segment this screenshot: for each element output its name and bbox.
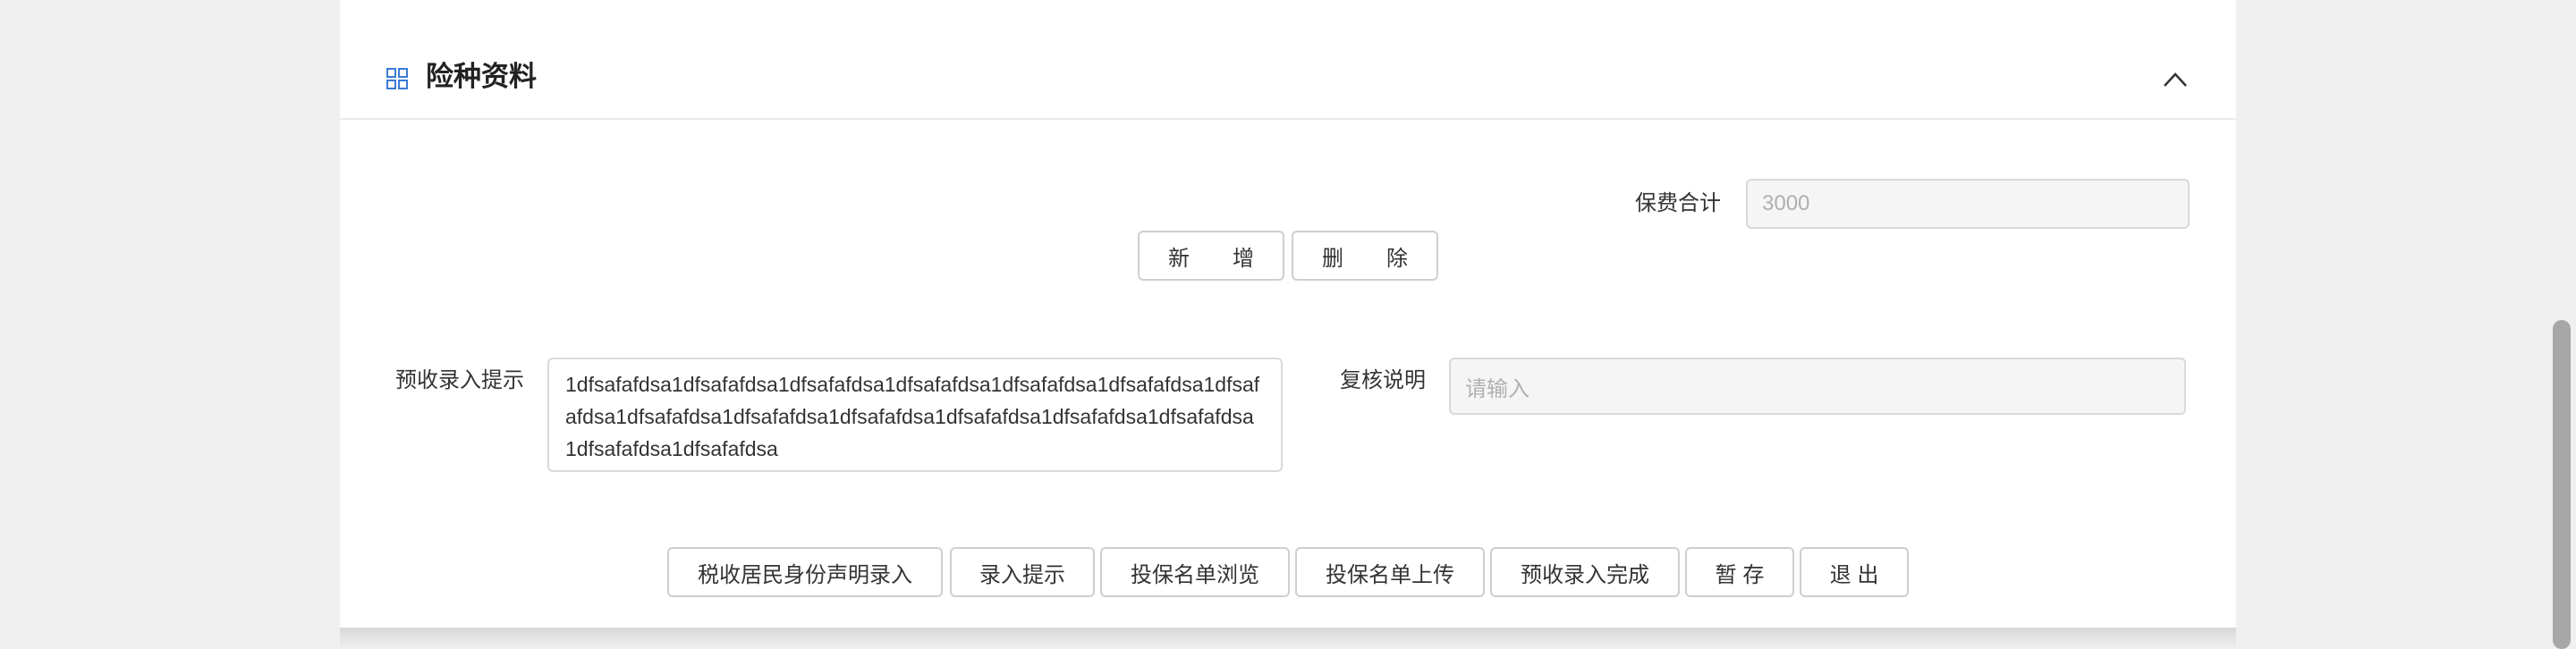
complete-entry-button[interactable]: 预收录入完成 bbox=[1490, 547, 1680, 597]
prompt-label: 预收录入提示 bbox=[395, 368, 524, 392]
exit-button[interactable]: 退 出 bbox=[1800, 547, 1909, 597]
scrollbar-thumb[interactable] bbox=[2553, 320, 2571, 649]
chevron-up-icon[interactable] bbox=[2161, 66, 2190, 91]
entry-hint-button[interactable]: 录入提示 bbox=[950, 547, 1095, 597]
upload-list-button[interactable]: 投保名单上传 bbox=[1295, 547, 1485, 597]
premium-total-field: 3000 bbox=[1746, 179, 2190, 229]
tax-residency-button[interactable]: 税收居民身份声明录入 bbox=[667, 547, 943, 597]
insurance-section-card: 险种资料 保费合计 3000 新 增 删 除 预收录入提示 1dfsafafds… bbox=[340, 0, 2236, 628]
premium-total-value: 3000 bbox=[1762, 191, 1810, 215]
browse-list-button[interactable]: 投保名单浏览 bbox=[1100, 547, 1290, 597]
grid-icon bbox=[386, 68, 408, 89]
review-input: 请输入 bbox=[1449, 358, 2186, 415]
premium-total-label: 保费合计 bbox=[1635, 191, 1721, 215]
review-placeholder: 请输入 bbox=[1465, 376, 1530, 401]
section-header: 险种资料 bbox=[340, 0, 2236, 120]
section-title: 险种资料 bbox=[426, 61, 537, 92]
save-draft-button[interactable]: 暂 存 bbox=[1685, 547, 1794, 597]
prompt-textarea[interactable]: 1dfsafafdsa1dfsafafdsa1dfsafafdsa1dfsafa… bbox=[547, 358, 1283, 472]
review-label: 复核说明 bbox=[1340, 368, 1426, 392]
delete-button[interactable]: 删 除 bbox=[1292, 231, 1438, 281]
page: 险种资料 保费合计 3000 新 增 删 除 预收录入提示 1dfsafafds… bbox=[0, 0, 2576, 649]
card-bottom-shadow bbox=[340, 628, 2236, 649]
add-button[interactable]: 新 增 bbox=[1138, 231, 1284, 281]
vertical-scrollbar[interactable] bbox=[2549, 0, 2576, 649]
